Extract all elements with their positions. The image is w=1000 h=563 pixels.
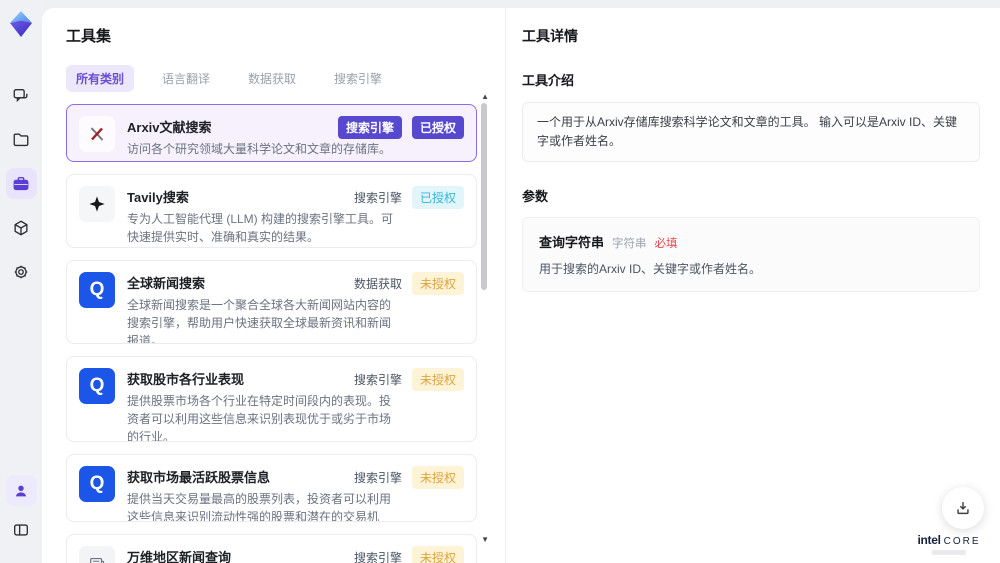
param-name: 查询字符串 xyxy=(539,235,605,251)
auth-badge: 未授权 xyxy=(411,546,464,563)
auth-badge: 已授权 xyxy=(411,186,464,209)
main-panel: 工具集 所有类别 语言翻译 数据获取 搜索引擎 Arxiv文献搜索 访问各个研究… xyxy=(42,8,1000,563)
param-card: 查询字符串 字符串 必填 用于搜索的Arxiv ID、关键字或作者姓名。 xyxy=(522,217,980,293)
arxiv-icon xyxy=(79,116,115,152)
tool-intro-text: 一个用于从Arxiv存储库搜索科学论文和文章的工具。 输入可以是Arxiv ID… xyxy=(537,115,958,149)
auth-badge: 未授权 xyxy=(411,272,464,295)
tool-list-pane: 工具集 所有类别 语言翻译 数据获取 搜索引擎 Arxiv文献搜索 访问各个研究… xyxy=(42,8,505,563)
param-type: 字符串 xyxy=(612,238,647,251)
scrollbar-down-arrow[interactable]: ▼ xyxy=(481,536,489,544)
newspaper-icon xyxy=(79,546,115,563)
sidebar-item-settings[interactable] xyxy=(6,256,37,287)
app-logo-icon xyxy=(5,8,37,40)
auth-badge: 已授权 xyxy=(411,116,464,139)
param-description: 用于搜索的Arxiv ID、关键字或作者姓名。 xyxy=(539,262,762,277)
params-heading: 参数 xyxy=(522,189,549,205)
brand-intel-text: intel xyxy=(917,533,941,547)
tool-card-arxiv[interactable]: Arxiv文献搜索 访问各个研究领域大量科学论文和文章的存储库。 搜索引擎 已授… xyxy=(66,104,477,162)
tool-description: 提供当天交易量最高的股票列表，投资者可以利用这些信息来识别流动性强的股票和潜在的… xyxy=(127,492,392,522)
briefcase-icon xyxy=(13,176,29,190)
tab-data-fetch[interactable]: 数据获取 xyxy=(238,65,306,92)
scrollbar-thumb[interactable] xyxy=(481,103,487,290)
download-icon xyxy=(957,502,969,515)
page-title: 工具集 xyxy=(66,28,112,45)
tab-all-categories[interactable]: 所有类别 xyxy=(66,65,135,92)
tab-language-translation[interactable]: 语言翻译 xyxy=(152,65,220,92)
panel-icon xyxy=(14,523,28,536)
sidebar-item-files[interactable] xyxy=(6,124,37,155)
tool-description: 专为人工智能代理 (LLM) 构建的搜索引擎工具。可快速提供实时、准确和真实的结… xyxy=(127,212,394,244)
sidebar-item-profile[interactable] xyxy=(5,475,37,506)
category-label: 搜索引擎 xyxy=(353,551,402,563)
tool-card-list: Arxiv文献搜索 访问各个研究领域大量科学论文和文章的存储库。 搜索引擎 已授… xyxy=(66,104,477,563)
q-search-icon: Q xyxy=(79,368,115,404)
brand-core-text: CORE xyxy=(943,536,981,547)
tool-description: 全球新闻搜索是一个聚合全球各大新闻网站内容的搜索引擎，帮助用户快速获取全球最新资… xyxy=(127,298,392,344)
category-badge: 搜索引擎 xyxy=(337,116,402,139)
intro-heading: 工具介绍 xyxy=(522,73,575,88)
tool-description: 访问各个研究领域大量科学论文和文章的存储库。 xyxy=(127,142,392,156)
app-sidebar xyxy=(0,0,42,563)
tool-card-tavily[interactable]: Tavily搜索 专为人工智能代理 (LLM) 构建的搜索引擎工具。可快速提供实… xyxy=(66,174,477,248)
sidebar-nav xyxy=(0,80,42,287)
tool-description: 提供股票市场各个行业在特定时间段内的表现。投资者可以利用这些信息来识别表现优于或… xyxy=(127,394,392,442)
scrollbar-up-arrow[interactable]: ▲ xyxy=(481,93,489,101)
details-title: 工具详情 xyxy=(522,28,578,44)
category-label: 搜索引擎 xyxy=(353,471,402,485)
brand-subline xyxy=(932,550,966,555)
category-label: 搜索引擎 xyxy=(353,191,402,205)
sidebar-item-chat[interactable] xyxy=(6,80,37,111)
category-label: 搜索引擎 xyxy=(353,373,402,387)
intel-core-logo: intel CORE xyxy=(906,533,992,555)
tool-card-sector-performance[interactable]: Q 获取股市各行业表现 提供股票市场各个行业在特定时间段内的表现。投资者可以利用… xyxy=(66,356,477,442)
tool-card-regional-news[interactable]: 万维地区新闻查询 查询具体行政区划内的新闻，快速了解各地新闻动 搜索引擎 未授权 xyxy=(66,534,477,563)
gear-icon xyxy=(14,265,28,278)
tool-card-global-news[interactable]: Q 全球新闻搜索 全球新闻搜索是一个聚合全球各大新闻网站内容的搜索引擎，帮助用户… xyxy=(66,260,477,344)
auth-badge: 未授权 xyxy=(411,368,464,391)
person-icon xyxy=(16,485,26,496)
q-search-icon: Q xyxy=(79,466,115,502)
sidebar-bottom xyxy=(0,475,42,545)
auth-badge: 未授权 xyxy=(411,466,464,489)
param-required-badge: 必填 xyxy=(654,238,678,251)
tool-card-active-stocks[interactable]: Q 获取市场最活跃股票信息 提供当天交易量最高的股票列表，投资者可以利用这些信息… xyxy=(66,454,477,522)
folder-icon xyxy=(13,132,29,146)
sidebar-item-models[interactable] xyxy=(6,212,37,243)
category-tabs: 所有类别 语言翻译 数据获取 搜索引擎 xyxy=(66,65,505,92)
sidebar-item-tools[interactable] xyxy=(5,168,37,199)
tab-search-engine[interactable]: 搜索引擎 xyxy=(324,65,392,92)
tool-details-pane: 工具详情 工具介绍 一个用于从Arxiv存储库搜索科学论文和文章的工具。 输入可… xyxy=(506,8,1000,563)
tavily-star-icon xyxy=(79,186,115,222)
sidebar-item-collapse[interactable] xyxy=(6,514,37,545)
cube-icon xyxy=(14,219,28,236)
download-button[interactable] xyxy=(942,487,984,529)
tool-intro-box: 一个用于从Arxiv存储库搜索科学论文和文章的工具。 输入可以是Arxiv ID… xyxy=(522,102,980,163)
category-label: 数据获取 xyxy=(353,277,402,291)
q-search-icon: Q xyxy=(79,272,115,308)
chat-icon xyxy=(13,88,28,102)
